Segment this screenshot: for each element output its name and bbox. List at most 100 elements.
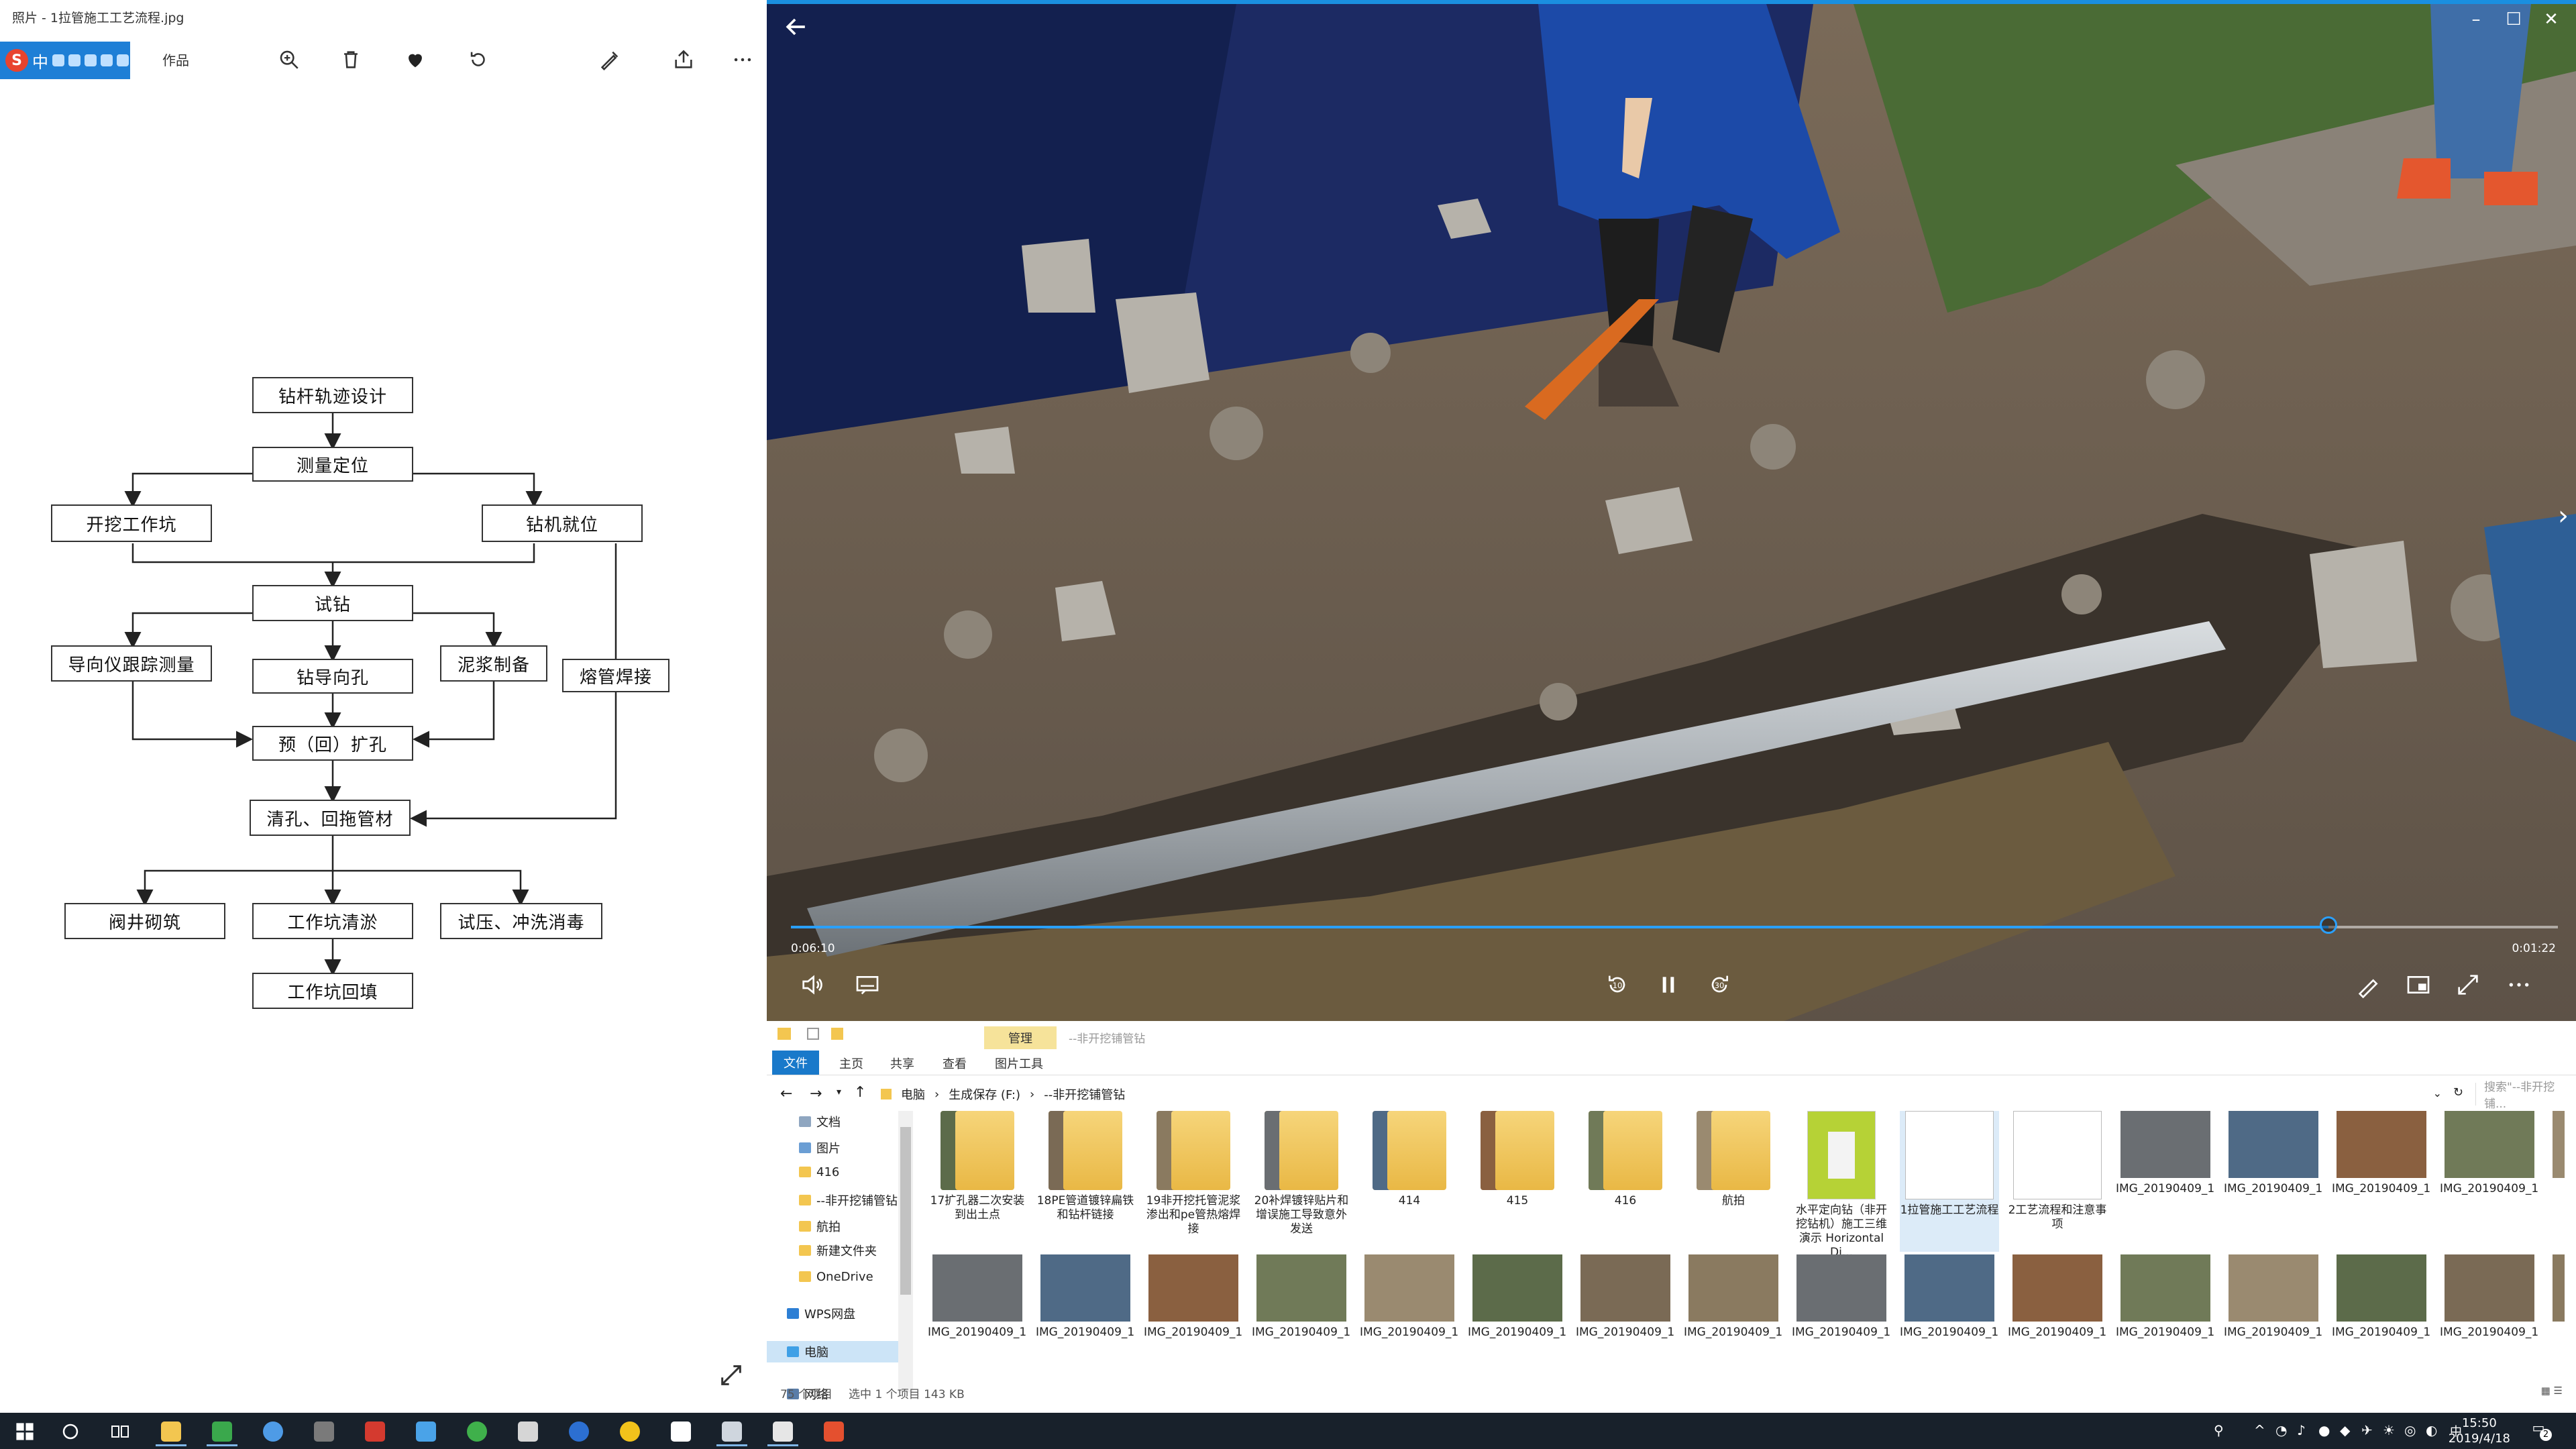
- show-hidden-icons[interactable]: ^: [2254, 1422, 2265, 1438]
- task-view-icon[interactable]: [99, 1417, 141, 1446]
- properties-icon[interactable]: [807, 1028, 819, 1040]
- nav-item-pictures[interactable]: 图片: [767, 1137, 898, 1159]
- video-player-window[interactable]: – ☐ ✕ › 0:06:10 0:01:22 10 30: [767, 0, 2576, 1021]
- tray-app-icon[interactable]: ✈: [2361, 1422, 2373, 1438]
- nav-item-new-folder-2[interactable]: OneDrive: [767, 1266, 898, 1287]
- folder-item[interactable]: 19非开挖托管泥浆渗出和pe管热熔焊接: [1144, 1111, 1243, 1252]
- forward-icon[interactable]: →: [810, 1085, 822, 1102]
- maximize-button[interactable]: ☐: [2495, 9, 2532, 30]
- user-tray-icon[interactable]: ⚲: [2214, 1422, 2224, 1438]
- mini-view-icon[interactable]: [2400, 966, 2437, 1004]
- address-dropdown-icon[interactable]: ⌄: [2433, 1087, 2442, 1099]
- file-item[interactable]: 1拉管施工工艺流程: [1900, 1111, 1999, 1252]
- back-icon[interactable]: ←: [780, 1085, 792, 1102]
- nav-scroll-thumb[interactable]: [900, 1127, 911, 1295]
- subtitles-icon[interactable]: [849, 966, 886, 1004]
- file-item[interactable]: IM: [2548, 1111, 2565, 1252]
- volume-icon[interactable]: [794, 966, 831, 1004]
- app-window-taskbar-icon[interactable]: [507, 1417, 549, 1446]
- red-app-taskbar-icon[interactable]: [813, 1417, 855, 1446]
- volume-tray-icon[interactable]: ♪: [2297, 1422, 2306, 1438]
- tray-app-icon[interactable]: ●: [2318, 1422, 2330, 1438]
- file-item[interactable]: IMG_20190409_153224: [2224, 1254, 2323, 1389]
- seek-handle[interactable]: [2319, 916, 2337, 934]
- folder-item[interactable]: 414: [1360, 1111, 1459, 1252]
- folder-item[interactable]: 415: [1468, 1111, 1567, 1252]
- search-circle-icon[interactable]: [50, 1417, 91, 1446]
- next-arrow-icon[interactable]: ›: [2544, 500, 2576, 531]
- fullscreen-expand-icon[interactable]: [718, 1362, 745, 1389]
- tab-home[interactable]: 主页: [839, 1055, 863, 1072]
- media-taskbar-icon[interactable]: [354, 1417, 396, 1446]
- network-tray-icon[interactable]: ◔: [2275, 1422, 2287, 1438]
- file-item[interactable]: IMG_20190409_153213: [2116, 1254, 2215, 1389]
- tray-app-icon[interactable]: ◆: [2340, 1422, 2350, 1438]
- nav-item-documents[interactable]: 文档: [767, 1111, 898, 1132]
- pen-edit-icon[interactable]: [2350, 966, 2387, 1004]
- file-item[interactable]: IMG_20190409_153047: [2008, 1254, 2107, 1389]
- file-item[interactable]: IMG_20190409_152413: [2116, 1111, 2215, 1252]
- file-item[interactable]: IMG_20190409_152926: [1360, 1254, 1459, 1389]
- file-item[interactable]: IMG_20190409_153016: [1900, 1254, 1999, 1389]
- tray-app-icon[interactable]: ◎: [2404, 1422, 2416, 1438]
- folder-item[interactable]: 17扩孔器二次安装到出土点: [928, 1111, 1027, 1252]
- file-item[interactable]: IMG_20190409_153008: [1792, 1254, 1891, 1389]
- movies-tv-taskbar-icon[interactable]: [711, 1417, 753, 1446]
- start-button[interactable]: [4, 1417, 46, 1446]
- file-item[interactable]: IMG_20190409_153239: [2332, 1254, 2431, 1389]
- file-item[interactable]: IM: [2548, 1254, 2565, 1389]
- folder-item[interactable]: 416: [1576, 1111, 1675, 1252]
- baidu-taskbar-icon[interactable]: [405, 1417, 447, 1446]
- nav-item-new-folder[interactable]: 新建文件夹: [767, 1240, 898, 1261]
- tray-app-icon[interactable]: ◐: [2426, 1422, 2437, 1438]
- tab-share[interactable]: 共享: [890, 1055, 914, 1072]
- folder-item[interactable]: 18PE管道镀锌扁铁和钻杆链接: [1036, 1111, 1135, 1252]
- back-arrow-icon[interactable]: [782, 12, 815, 42]
- wps-taskbar-icon[interactable]: [558, 1417, 600, 1446]
- new-folder-icon[interactable]: [831, 1028, 843, 1040]
- refresh-icon[interactable]: ↻: [2453, 1085, 2463, 1099]
- forward-30-icon[interactable]: 30: [1701, 966, 1738, 1004]
- folder-item[interactable]: 航拍: [1684, 1111, 1783, 1252]
- manage-context-tab[interactable]: 管理: [984, 1026, 1057, 1049]
- fullscreen-icon[interactable]: [2449, 966, 2487, 1004]
- tab-view[interactable]: 查看: [943, 1055, 967, 1072]
- camtasia-taskbar-icon[interactable]: [201, 1417, 243, 1446]
- file-item[interactable]: IMG_20190409_153406: [2440, 1254, 2539, 1389]
- nav-scrollbar[interactable]: [898, 1111, 913, 1393]
- seek-bar[interactable]: [791, 916, 2558, 934]
- search-input[interactable]: 搜索"--非开挖铺...: [2475, 1081, 2576, 1111]
- up-icon[interactable]: ↑: [854, 1084, 866, 1101]
- tray-app-icon[interactable]: ☀: [2383, 1422, 2395, 1438]
- window-taskbar-icon[interactable]: [660, 1417, 702, 1446]
- tab-file[interactable]: 文件: [772, 1051, 819, 1075]
- folder-item[interactable]: 20补焊镀锌贴片和增误施工导致意外发送: [1252, 1111, 1351, 1252]
- browser-taskbar-icon[interactable]: [252, 1417, 294, 1446]
- rewind-10-icon[interactable]: 10: [1599, 966, 1636, 1004]
- file-explorer-taskbar-icon[interactable]: [150, 1417, 192, 1446]
- close-button[interactable]: ✕: [2532, 9, 2570, 30]
- minimize-button[interactable]: –: [2457, 9, 2495, 30]
- nav-item-aerial[interactable]: 航拍: [767, 1216, 898, 1237]
- action-center-icon[interactable]: ▭ 2: [2525, 1419, 2552, 1442]
- file-item[interactable]: IMG_20190409_152918: [1036, 1254, 1135, 1389]
- photos-taskbar-icon[interactable]: [762, 1417, 804, 1446]
- file-item[interactable]: IMG_20190409_153004: [1684, 1254, 1783, 1389]
- recent-dropdown-icon[interactable]: ▾: [837, 1087, 841, 1097]
- more-options-icon[interactable]: [2500, 966, 2538, 1004]
- video-editor-taskbar-icon[interactable]: [303, 1417, 345, 1446]
- file-item[interactable]: 水平定向钻（非开挖钻机）施工三维演示 Horizontal Di...: [1792, 1111, 1891, 1259]
- qq-browser-taskbar-icon[interactable]: [609, 1417, 651, 1446]
- tab-picture-tools[interactable]: 图片工具: [995, 1055, 1043, 1072]
- nav-item-416[interactable]: 416: [767, 1161, 898, 1183]
- file-item[interactable]: 2工艺流程和注意事项: [2008, 1111, 2107, 1252]
- nav-item-wps-cloud[interactable]: 电脑: [767, 1341, 898, 1363]
- file-item[interactable]: IMG_20190409_152924: [1252, 1254, 1351, 1389]
- clock[interactable]: 15:50 2019/4/18: [2449, 1415, 2510, 1446]
- file-item[interactable]: IMG_20190409_152949: [1576, 1254, 1675, 1389]
- file-item[interactable]: IMG_20190409_152431: [2332, 1111, 2431, 1252]
- file-item[interactable]: IMG_20190409_152912: [928, 1254, 1027, 1389]
- file-item[interactable]: IMG_20190409_152435: [2440, 1111, 2539, 1252]
- address-bar[interactable]: ← → ▾ ↑ 电脑 › 生成保存 (F:) › --非开挖铺管钻 ⌄ ↻ 搜索…: [767, 1081, 2576, 1111]
- view-toggle[interactable]: ▦ ☰: [2541, 1385, 2563, 1397]
